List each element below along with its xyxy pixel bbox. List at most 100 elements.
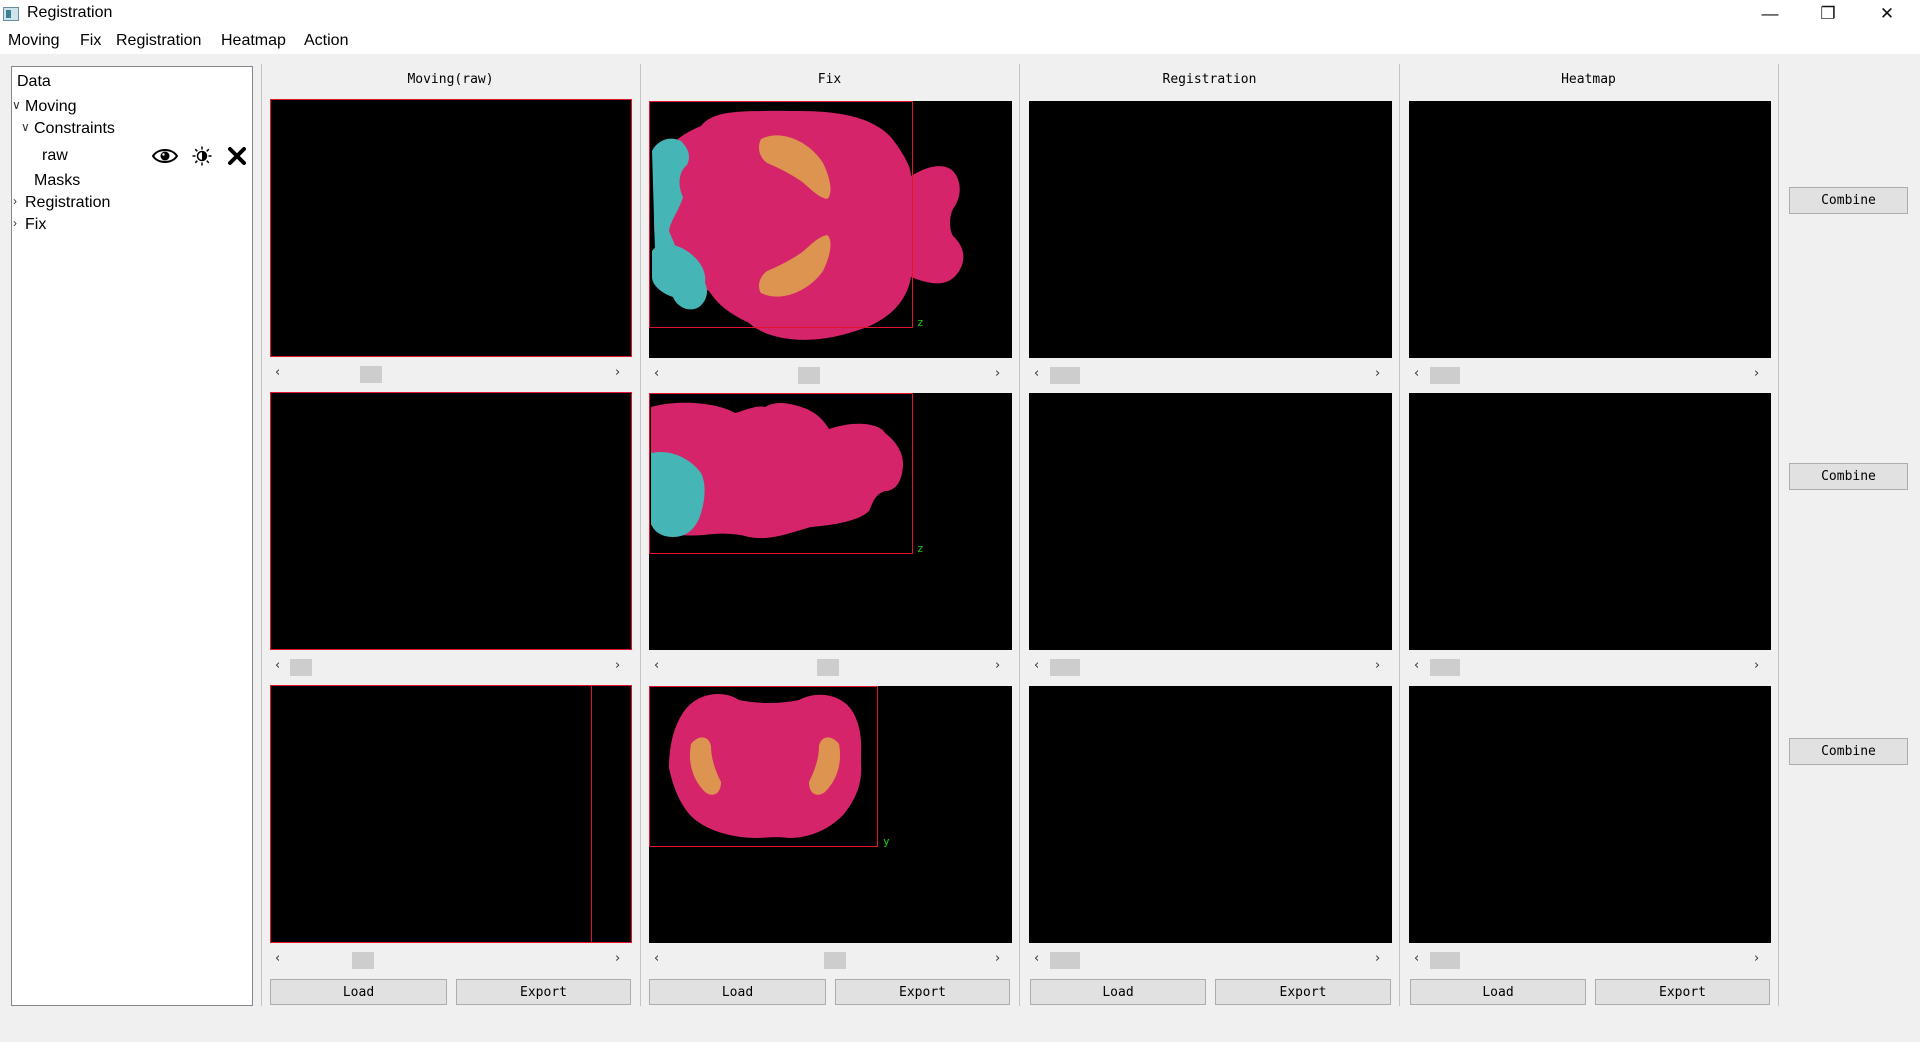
scroll-thumb[interactable] [824, 952, 846, 969]
moving-load-button[interactable]: Load [270, 979, 447, 1005]
tree-item-masks[interactable]: Masks [34, 172, 80, 190]
column-title-registration: Registration [1162, 72, 1257, 87]
registration-export-button[interactable]: Export [1215, 979, 1391, 1005]
menu-action[interactable]: Action [304, 32, 348, 50]
chevron-right-icon[interactable]: › [13, 216, 17, 230]
scroll-right-icon[interactable]: › [615, 658, 620, 673]
moving-scrollbar-2[interactable]: ‹ › [270, 657, 632, 677]
scroll-left-icon[interactable]: ‹ [654, 658, 659, 673]
scroll-left-icon[interactable]: ‹ [654, 366, 659, 381]
scroll-right-icon[interactable]: › [995, 366, 1000, 381]
scroll-right-icon[interactable]: › [615, 951, 620, 966]
heatmap-scrollbar-3[interactable]: ‹ › [1409, 950, 1771, 970]
scroll-right-icon[interactable]: › [995, 658, 1000, 673]
moving-scrollbar-1[interactable]: ‹ › [270, 364, 632, 384]
fix-export-button[interactable]: Export [835, 979, 1010, 1005]
fix-bounding-box-axial [649, 101, 913, 328]
menu-registration[interactable]: Registration [116, 32, 201, 50]
menu-moving[interactable]: Moving [8, 32, 60, 50]
scroll-left-icon[interactable]: ‹ [275, 365, 280, 380]
window-title: Registration [27, 4, 113, 21]
heatmap-view-sagittal[interactable] [1409, 393, 1771, 650]
close-icon[interactable] [227, 146, 247, 166]
heatmap-export-button[interactable]: Export [1595, 979, 1770, 1005]
moving-view-sagittal[interactable] [270, 392, 632, 650]
eye-icon[interactable] [152, 147, 178, 165]
maximize-button[interactable]: ❐ [1799, 0, 1857, 28]
heatmap-scrollbar-2[interactable]: ‹ › [1409, 657, 1771, 677]
fix-load-button[interactable]: Load [649, 979, 826, 1005]
heatmap-scrollbar-1[interactable]: ‹ › [1409, 365, 1771, 385]
combine-button-sagittal[interactable]: Combine [1789, 463, 1908, 490]
registration-load-button[interactable]: Load [1030, 979, 1206, 1005]
scroll-right-icon[interactable]: › [1375, 951, 1380, 966]
registration-scrollbar-1[interactable]: ‹ › [1029, 365, 1392, 385]
tree-item-fix[interactable]: Fix [25, 216, 46, 234]
scroll-thumb[interactable] [1430, 367, 1460, 384]
chevron-right-icon[interactable]: › [13, 194, 17, 208]
scroll-thumb[interactable] [1430, 952, 1460, 969]
scroll-left-icon[interactable]: ‹ [1034, 366, 1039, 381]
menu-fix[interactable]: Fix [80, 32, 101, 50]
moving-view-coronal[interactable] [270, 685, 632, 943]
chevron-down-icon[interactable]: ∨ [12, 98, 21, 112]
fix-bounding-box-sagittal [649, 393, 913, 554]
fix-scrollbar-3[interactable]: ‹ › [649, 950, 1012, 970]
tree-item-raw[interactable]: raw [42, 147, 68, 165]
moving-view-axial[interactable] [270, 99, 632, 357]
combine-button-axial[interactable]: Combine [1789, 187, 1908, 214]
data-tree-panel: Data ∨ Moving ∨ Constraints raw Masks › … [11, 66, 253, 1006]
scroll-thumb[interactable] [1050, 952, 1080, 969]
scroll-right-icon[interactable]: › [1754, 658, 1759, 673]
heatmap-view-axial[interactable] [1409, 101, 1771, 358]
registration-scrollbar-2[interactable]: ‹ › [1029, 657, 1392, 677]
fix-scrollbar-2[interactable]: ‹ › [649, 657, 1012, 677]
scroll-right-icon[interactable]: › [1754, 366, 1759, 381]
moving-export-button[interactable]: Export [456, 979, 631, 1005]
axis-label-y: y [883, 835, 890, 848]
scroll-left-icon[interactable]: ‹ [1414, 366, 1419, 381]
registration-scrollbar-3[interactable]: ‹ › [1029, 950, 1392, 970]
fix-view-coronal[interactable]: y [649, 686, 1012, 943]
scroll-left-icon[interactable]: ‹ [275, 658, 280, 673]
registration-view-axial[interactable] [1029, 101, 1392, 358]
scroll-right-icon[interactable]: › [1375, 658, 1380, 673]
fix-view-axial[interactable]: z [649, 101, 1012, 358]
scroll-left-icon[interactable]: ‹ [275, 951, 280, 966]
tree-item-registration[interactable]: Registration [25, 194, 110, 212]
scroll-thumb[interactable] [1050, 367, 1080, 384]
app-icon [3, 7, 19, 21]
close-window-button[interactable]: ✕ [1858, 0, 1916, 28]
scroll-thumb[interactable] [817, 659, 839, 676]
scroll-thumb[interactable] [290, 659, 312, 676]
fix-scrollbar-1[interactable]: ‹ › [649, 365, 1012, 385]
tree-item-constraints[interactable]: Constraints [34, 120, 115, 138]
scroll-thumb[interactable] [360, 366, 382, 383]
combine-button-coronal[interactable]: Combine [1789, 738, 1908, 765]
heatmap-load-button[interactable]: Load [1410, 979, 1586, 1005]
scroll-right-icon[interactable]: › [1375, 366, 1380, 381]
fix-view-sagittal[interactable]: z [649, 393, 1012, 650]
moving-scrollbar-3[interactable]: ‹ › [270, 950, 632, 970]
registration-view-sagittal[interactable] [1029, 393, 1392, 650]
column-title-moving: Moving(raw) [407, 72, 494, 87]
menu-heatmap[interactable]: Heatmap [221, 32, 286, 50]
tree-item-moving[interactable]: Moving [25, 98, 77, 116]
scroll-right-icon[interactable]: › [995, 951, 1000, 966]
brightness-icon[interactable] [192, 146, 212, 166]
scroll-right-icon[interactable]: › [1754, 951, 1759, 966]
scroll-left-icon[interactable]: ‹ [1414, 658, 1419, 673]
scroll-left-icon[interactable]: ‹ [654, 951, 659, 966]
minimize-button[interactable]: — [1741, 0, 1799, 28]
scroll-thumb[interactable] [352, 952, 374, 969]
scroll-thumb[interactable] [1430, 659, 1460, 676]
scroll-left-icon[interactable]: ‹ [1034, 658, 1039, 673]
scroll-thumb[interactable] [798, 367, 820, 384]
chevron-down-icon[interactable]: ∨ [21, 120, 30, 134]
scroll-thumb[interactable] [1050, 659, 1080, 676]
heatmap-view-coronal[interactable] [1409, 686, 1771, 943]
scroll-left-icon[interactable]: ‹ [1414, 951, 1419, 966]
scroll-right-icon[interactable]: › [615, 365, 620, 380]
scroll-left-icon[interactable]: ‹ [1034, 951, 1039, 966]
registration-view-coronal[interactable] [1029, 686, 1392, 943]
